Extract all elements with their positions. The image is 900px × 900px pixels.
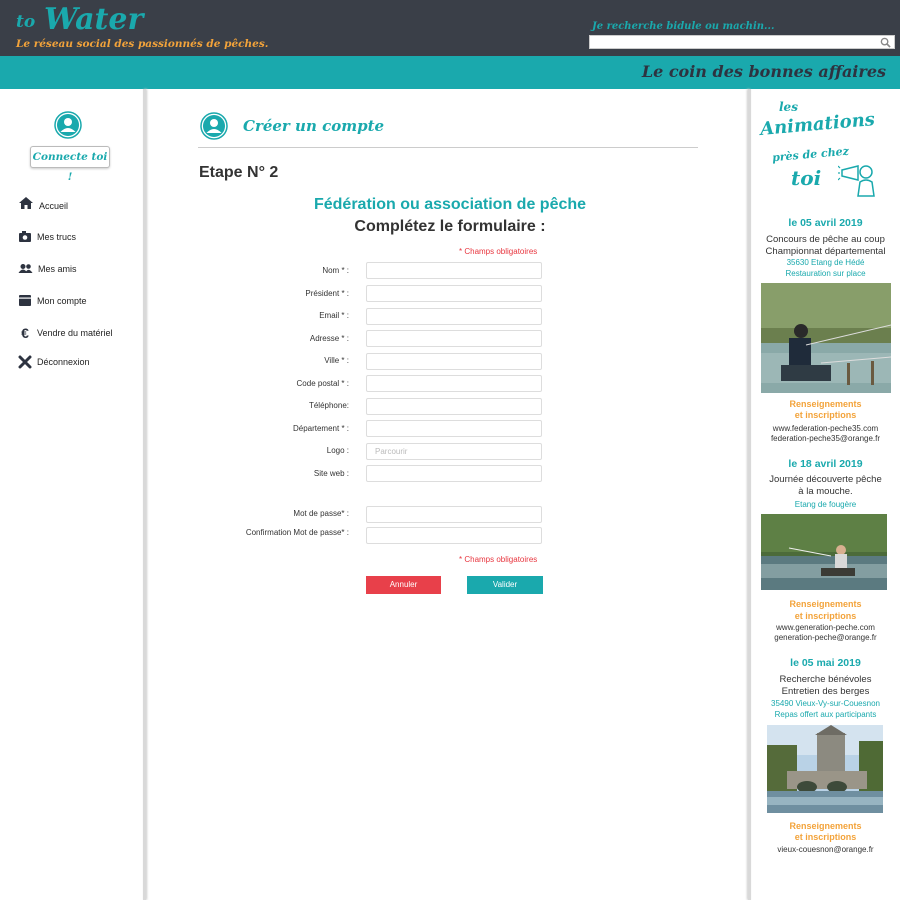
cancel-button[interactable]: Annuler <box>366 576 441 594</box>
form-instructions: Complétez le formulaire : <box>354 218 546 235</box>
field-label-president: Président * : <box>305 289 349 298</box>
event-location: 35490 Vieux-Vy-sur-Couesnon <box>771 699 880 708</box>
site-web-field[interactable] <box>366 465 542 482</box>
event-photo-mill[interactable] <box>767 725 883 813</box>
event-info: Repas offert aux participants <box>774 710 877 719</box>
users-icon <box>18 264 33 273</box>
code-postal-field[interactable] <box>366 375 542 392</box>
logo-tagline: Le réseau social des passionnés de pêche… <box>16 38 269 50</box>
sidebar-item-label: Accueil <box>39 201 69 211</box>
password-field[interactable] <box>366 506 542 523</box>
adresse-field[interactable] <box>366 330 542 347</box>
logo-water[interactable]: Water <box>44 2 143 37</box>
sidebar-item-label: Mes amis <box>38 264 77 274</box>
event-title: Entretien des berges <box>781 686 870 697</box>
event-info-label: et inscriptions <box>794 832 857 842</box>
ville-field[interactable] <box>366 353 542 370</box>
sidebar-item-vendre[interactable]: € Vendre du matériel <box>18 325 113 341</box>
required-note-top: * Champs obligatoires <box>459 247 538 256</box>
page-title: Créer un compte <box>243 117 385 135</box>
connect-button[interactable]: Connecte toi ! <box>30 146 110 183</box>
president-field[interactable] <box>366 285 542 302</box>
sidebar-item-mes-amis[interactable]: Mes amis <box>18 263 77 275</box>
field-label-logo: Logo : <box>326 446 349 455</box>
event-info-label: et inscriptions <box>794 410 857 420</box>
event-info-label: Renseignements <box>789 599 862 609</box>
field-label-site-web: Site web : <box>313 469 349 478</box>
form-subtitle: Fédération ou association de pêche <box>313 196 587 213</box>
field-label-adresse: Adresse * : <box>309 334 349 343</box>
account-avatar-icon <box>200 112 228 140</box>
event-date: le 05 mai 2019 <box>790 657 861 669</box>
required-note-bottom: * Champs obligatoires <box>459 555 538 564</box>
euro-icon: € <box>21 325 29 341</box>
search-input[interactable] <box>590 40 894 53</box>
event-title: Concours de pêche au coup <box>766 234 885 245</box>
sidebar-item-label: Mes trucs <box>37 231 77 242</box>
field-label-nom: Nom * : <box>322 266 349 275</box>
field-label-code-postal: Code postal * : <box>296 379 349 388</box>
logo-to[interactable]: to <box>16 12 35 32</box>
sidebar-item-mon-compte[interactable]: Mon compte <box>18 294 87 307</box>
home-icon <box>19 197 33 209</box>
logo-file-input[interactable] <box>366 443 542 460</box>
event-location: 35630 Etang de Hédé <box>786 258 865 267</box>
search-label: Je recherche bidule ou machin... <box>592 21 775 32</box>
camera-icon <box>19 231 31 242</box>
sidebar-item-label: Vendre du matériel <box>37 328 113 338</box>
submit-button[interactable]: Valider <box>467 576 543 594</box>
field-label-password: Mot de passe* : <box>293 509 349 518</box>
sidebar-item-label: Déconnexion <box>37 357 90 367</box>
field-label-password-confirm: Confirmation Mot de passe* : <box>245 528 349 537</box>
search-icon[interactable] <box>880 37 891 48</box>
event-title: Journée découverte pêche <box>769 474 882 485</box>
close-icon <box>18 355 32 369</box>
event-date: le 05 avril 2019 <box>788 217 863 229</box>
animations-heading-toi: toi <box>791 166 822 190</box>
field-label-departement: Département * : <box>292 424 349 433</box>
sidebar-item-accueil[interactable]: Accueil <box>18 195 68 211</box>
event-date: le 18 avril 2019 <box>788 458 863 470</box>
event-title: à la mouche. <box>798 486 853 497</box>
field-label-email: Email * : <box>319 311 349 320</box>
bonnes-affaires-link[interactable]: Le coin des bonnes affaires <box>642 62 886 81</box>
event-info: Restauration sur place <box>785 269 866 278</box>
megaphone-person-icon <box>838 165 875 197</box>
email-field[interactable] <box>366 308 542 325</box>
sidebar-item-deconnexion[interactable]: Déconnexion <box>18 355 90 369</box>
event-info-label: et inscriptions <box>794 611 857 621</box>
event-email[interactable]: vieux-couesnon@orange.fr <box>751 844 900 855</box>
event-title: Recherche bénévoles <box>779 674 872 685</box>
animations-heading-les: les <box>779 100 798 114</box>
title-divider <box>198 147 698 148</box>
step-heading: Etape N° 2 <box>199 164 279 181</box>
card-icon <box>19 295 31 306</box>
password-confirm-field[interactable] <box>366 527 542 544</box>
left-divider <box>143 89 146 900</box>
field-label-telephone: Téléphone: <box>308 401 349 410</box>
nom-field[interactable] <box>366 262 542 279</box>
sidebar-item-label: Mon compte <box>37 295 87 306</box>
event-location: Etang de fougère <box>794 500 857 509</box>
event-photo-fishing[interactable] <box>761 283 891 393</box>
field-label-ville: Ville * : <box>324 356 349 365</box>
search-box <box>589 35 895 53</box>
teal-banner: Le coin des bonnes affaires <box>0 56 900 89</box>
event-email[interactable]: generation-peche@orange.fr <box>751 632 900 643</box>
departement-field[interactable] <box>366 420 542 437</box>
event-email[interactable]: federation-peche35@orange.fr <box>751 433 900 444</box>
event-photo-fly-fishing[interactable] <box>761 514 887 590</box>
user-avatar-icon <box>54 111 82 139</box>
sidebar-item-mes-trucs[interactable]: Mes trucs <box>18 230 76 243</box>
top-header: to Water Le réseau social des passionnés… <box>0 0 900 56</box>
telephone-field[interactable] <box>366 398 542 415</box>
